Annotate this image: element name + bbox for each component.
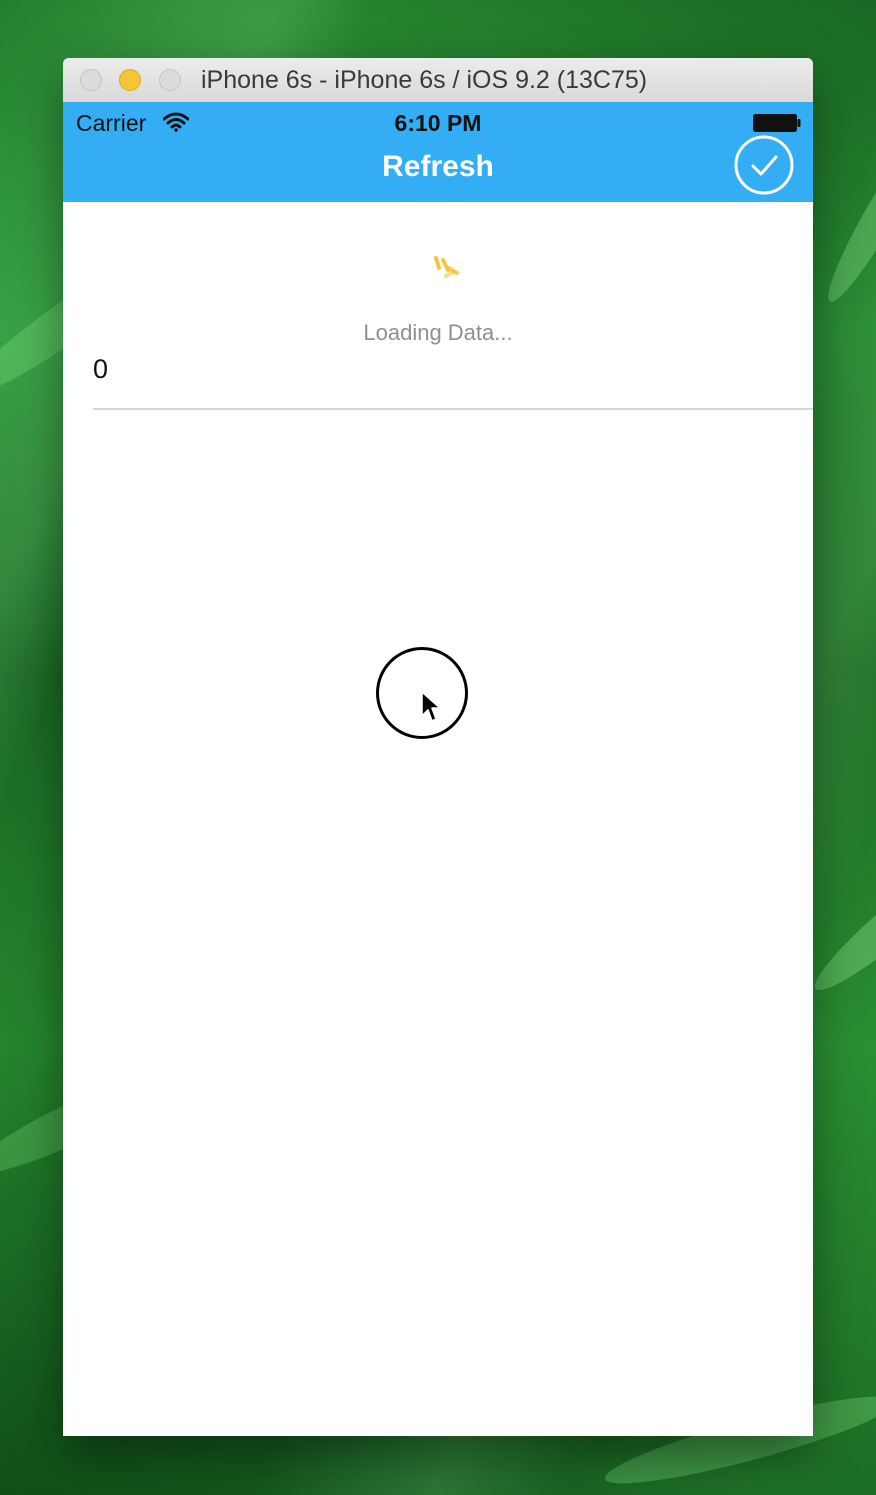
window-titlebar[interactable]: iPhone 6s - iPhone 6s / iOS 9.2 (13C75): [63, 58, 813, 103]
grass-blade: [804, 833, 876, 1003]
activity-spinner-icon: [434, 256, 459, 278]
close-window-button[interactable]: [80, 69, 102, 91]
loading-status-text: Loading Data...: [363, 320, 513, 345]
zoom-window-button[interactable]: [159, 69, 181, 91]
status-time: 6:10 PM: [394, 110, 482, 136]
battery-icon: [753, 114, 801, 132]
table-view[interactable]: Loading Data... 0: [63, 202, 813, 1436]
checkmark-circle-icon[interactable]: [733, 134, 795, 196]
window-title: iPhone 6s - iPhone 6s / iOS 9.2 (13C75): [201, 66, 648, 94]
minimize-window-button[interactable]: [119, 69, 141, 91]
arrow-cursor-icon: [421, 691, 441, 722]
grass-blade: [817, 120, 876, 310]
table-row[interactable]: 0: [93, 352, 813, 410]
navbar-title: Refresh: [382, 150, 494, 183]
table-row-label: 0: [93, 354, 109, 384]
simulator-window: iPhone 6s - iPhone 6s / iOS 9.2 (13C75) …: [63, 58, 813, 1436]
